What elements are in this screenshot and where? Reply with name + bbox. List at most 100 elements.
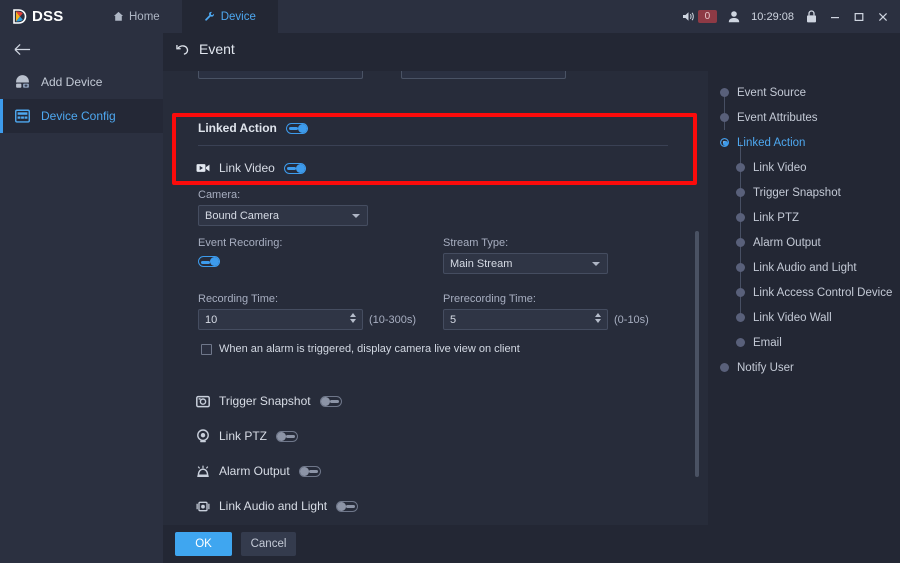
link-audio-light-toggle[interactable]	[336, 500, 359, 512]
add-device-icon	[14, 74, 31, 91]
tree-node-dot	[720, 113, 729, 122]
linked-action-toggle[interactable]	[285, 122, 308, 134]
prerecording-time-field: Prerecording Time: 5 (0-10s)	[443, 293, 673, 330]
tree-node-notify-user[interactable]: Notify User	[712, 355, 900, 380]
trigger-snapshot-label: Trigger Snapshot	[219, 394, 311, 408]
link-ptz-toggle[interactable]	[276, 430, 299, 442]
content-scrollbar[interactable]	[694, 71, 700, 525]
undo-arrow-icon[interactable]	[175, 43, 190, 56]
tree-node-dot	[720, 88, 729, 97]
tree-node-dot	[736, 213, 745, 222]
tree-node-label: Notify User	[737, 361, 794, 374]
live-view-checkbox-row[interactable]: When an alarm is triggered, display came…	[201, 343, 520, 355]
tree-node-linked-action[interactable]: Linked Action	[712, 130, 900, 155]
tree-node-trigger-snapshot[interactable]: Trigger Snapshot	[712, 180, 900, 205]
tree-node-event-source[interactable]: Event Source	[712, 80, 900, 105]
stream-type-field: Stream Type: Main Stream	[443, 237, 608, 274]
tree-node-link-video[interactable]: Link Video	[712, 155, 900, 180]
lock-icon[interactable]	[804, 10, 818, 24]
application-window: DSS Home Device 0 10:29:08 Add Device De…	[0, 0, 900, 563]
system-controls: 0 10:29:08	[682, 10, 900, 24]
tab-device[interactable]: Device	[181, 0, 278, 33]
recording-time-input[interactable]: 10	[198, 309, 363, 330]
live-view-checkbox[interactable]	[201, 343, 212, 355]
tab-home-label: Home	[129, 10, 160, 23]
event-recording-toggle[interactable]	[198, 256, 220, 268]
trigger-snapshot-toggle[interactable]	[319, 395, 342, 407]
page-header: Event	[163, 33, 900, 65]
link-video-row: Link Video	[196, 161, 306, 175]
linked-action-label: Linked Action	[198, 121, 277, 135]
alarm-output-toggle[interactable]	[298, 465, 321, 477]
tree-node-link-audio-and-light[interactable]: Link Audio and Light	[712, 255, 900, 280]
tree-node-event-attributes[interactable]: Event Attributes	[712, 105, 900, 130]
trigger-snapshot-row: Trigger Snapshot	[196, 394, 342, 408]
link-ptz-row: Link PTZ	[196, 429, 299, 443]
dialog-footer: OK Cancel	[163, 525, 900, 563]
dss-logo-icon	[12, 8, 28, 25]
tree-node-email[interactable]: Email	[712, 330, 900, 355]
tree-node-dot	[736, 188, 745, 197]
title-bar: DSS Home Device 0 10:29:08	[0, 0, 900, 33]
alarm-siren-icon	[196, 464, 210, 478]
tree-node-dot	[736, 338, 745, 347]
scrolled-off-field-2[interactable]	[401, 71, 566, 79]
prerecording-time-stepper[interactable]	[595, 312, 601, 323]
cancel-button[interactable]: Cancel	[241, 532, 296, 556]
tree-node-label: Event Attributes	[737, 111, 818, 124]
prerecording-time-input[interactable]: 5	[443, 309, 608, 330]
sidebar-item-add-device[interactable]: Add Device	[0, 65, 163, 99]
minimize-icon[interactable]	[828, 10, 842, 24]
camera-select[interactable]: Bound Camera	[198, 205, 368, 226]
sidebar-item-device-config[interactable]: Device Config	[0, 99, 163, 133]
tree-node-label: Linked Action	[737, 136, 806, 149]
live-view-checkbox-label: When an alarm is triggered, display came…	[219, 343, 520, 355]
prerecording-time-hint: (0-10s)	[614, 313, 649, 326]
tree-node-link-access-control-device[interactable]: Link Access Control Device	[712, 280, 900, 305]
event-recording-label: Event Recording:	[198, 237, 283, 249]
recording-time-value: 10	[205, 313, 218, 326]
sidebar-back-button[interactable]	[0, 33, 163, 65]
close-icon[interactable]	[876, 10, 890, 24]
link-audio-light-label: Link Audio and Light	[219, 499, 328, 513]
alarm-count-badge[interactable]: 0	[697, 10, 718, 23]
scrolled-off-fields	[163, 71, 708, 79]
tree-node-link-video-wall[interactable]: Link Video Wall	[712, 305, 900, 330]
user-icon[interactable]	[727, 10, 741, 24]
step-navigation-tree: Event Source Event Attributes Linked Act…	[712, 80, 900, 380]
app-logo: DSS	[0, 8, 80, 25]
left-sidebar: Add Device Device Config	[0, 33, 163, 563]
tab-device-label: Device	[220, 10, 256, 23]
tree-node-dot	[736, 288, 745, 297]
top-tab-bar: Home Device	[90, 0, 278, 33]
home-icon	[112, 11, 124, 23]
link-audio-light-row: Link Audio and Light	[196, 499, 359, 513]
tree-node-dot	[736, 238, 745, 247]
link-video-toggle[interactable]	[283, 162, 306, 174]
stream-type-select[interactable]: Main Stream	[443, 253, 608, 274]
scrollbar-thumb[interactable]	[695, 231, 699, 477]
speaker-icon	[682, 10, 696, 23]
app-logo-text: DSS	[32, 8, 64, 25]
sidebar-item-device-config-label: Device Config	[41, 109, 116, 123]
ok-button[interactable]: OK	[175, 532, 232, 556]
prerecording-time-label: Prerecording Time:	[443, 293, 536, 305]
tree-node-dot	[736, 313, 745, 322]
sidebar-item-add-device-label: Add Device	[41, 75, 103, 89]
recording-time-stepper[interactable]	[350, 312, 356, 323]
clock: 10:29:08	[751, 10, 794, 23]
camera-field: Camera: Bound Camera	[198, 189, 368, 226]
linked-action-divider	[198, 145, 668, 146]
scrolled-off-field-1[interactable]	[198, 71, 363, 79]
link-ptz-label: Link PTZ	[219, 429, 268, 443]
tab-home[interactable]: Home	[90, 0, 182, 33]
tree-node-label: Link PTZ	[753, 211, 800, 224]
tree-node-alarm-output[interactable]: Alarm Output	[712, 230, 900, 255]
tree-node-link-ptz[interactable]: Link PTZ	[712, 205, 900, 230]
volume-control[interactable]: 0	[682, 10, 718, 23]
alarm-output-label: Alarm Output	[219, 464, 290, 478]
page-title: Event	[199, 41, 235, 57]
event-recording-field: Event Recording:	[198, 237, 282, 271]
maximize-icon[interactable]	[852, 10, 866, 24]
tree-node-label: Trigger Snapshot	[753, 186, 841, 199]
